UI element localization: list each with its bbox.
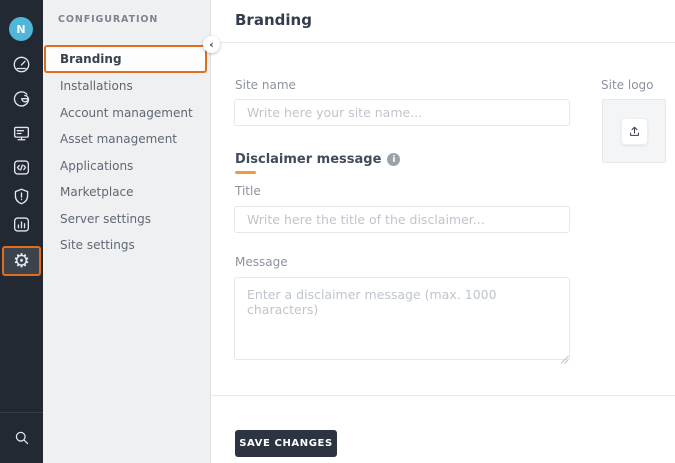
sidebar-item-site-settings[interactable]: Site settings <box>43 232 211 259</box>
upload-icon <box>629 126 639 136</box>
sidebar-collapse-button[interactable]: ‹ <box>203 36 220 53</box>
info-icon[interactable]: i <box>387 153 401 166</box>
disclaimer-message-label: Message <box>235 255 288 269</box>
header-divider <box>211 42 675 43</box>
sidebar-item-label: Marketplace <box>60 185 134 200</box>
disclaimer-heading-text: Disclaimer message <box>235 152 382 167</box>
sidebar-item-label: Account management <box>60 105 193 120</box>
disclaimer-title-label: Title <box>235 184 261 198</box>
sidebar-item-branding[interactable]: Branding <box>44 45 207 73</box>
sidebar-item-label: Installations <box>60 79 133 94</box>
sidebar-item-installations[interactable]: Installations <box>43 73 211 100</box>
sidebar-item-label: Server settings <box>60 211 152 226</box>
settings-gear-icon[interactable]: ⚙ <box>2 246 41 276</box>
site-name-input[interactable] <box>234 99 570 126</box>
disclaimer-section-heading: Disclaimer message i <box>235 152 401 167</box>
search-icon[interactable] <box>0 426 43 450</box>
security-shield-icon[interactable] <box>0 184 43 208</box>
sidebar-item-marketplace[interactable]: Marketplace <box>43 179 211 206</box>
page-title: Branding <box>235 11 312 29</box>
main-content: Branding Site name Site logo Disclaimer … <box>211 0 675 463</box>
sidebar-item-label: Asset management <box>60 132 177 147</box>
app-window: N ⚙ CONFIGURATION Branding Installations… <box>0 0 675 463</box>
avatar[interactable]: N <box>9 17 33 41</box>
site-name-label: Site name <box>235 78 296 92</box>
sidebar-item-server-settings[interactable]: Server settings <box>43 206 211 233</box>
upload-button[interactable] <box>620 117 648 145</box>
site-logo-label: Site logo <box>601 78 654 92</box>
textarea-resize-handle[interactable] <box>560 349 569 364</box>
code-icon[interactable] <box>0 155 43 179</box>
sidebar-section-title: CONFIGURATION <box>58 14 159 25</box>
monitoring-screen-icon[interactable] <box>0 121 43 145</box>
reports-chart-icon[interactable] <box>0 212 43 236</box>
gear-glyph: ⚙ <box>12 249 31 272</box>
site-logo-dropzone[interactable] <box>602 99 666 163</box>
heading-accent-underline <box>235 171 256 174</box>
chevron-left-icon: ‹ <box>209 38 214 51</box>
sidebar-item-applications[interactable]: Applications <box>43 153 211 180</box>
sidebar-item-label: Site settings <box>60 238 135 253</box>
configuration-sidebar: CONFIGURATION Branding Installations Acc… <box>43 0 211 463</box>
sidebar-item-asset-management[interactable]: Asset management <box>43 126 211 153</box>
sidebar-menu: Branding Installations Account managemen… <box>43 45 211 259</box>
dashboard-gauge-icon[interactable] <box>0 52 43 76</box>
footer-divider <box>211 395 675 396</box>
spiral-g-icon[interactable] <box>0 86 43 110</box>
sidebar-item-account-management[interactable]: Account management <box>43 100 211 127</box>
save-changes-button[interactable]: SAVE CHANGES <box>235 430 337 457</box>
sidebar-item-label: Applications <box>60 158 134 173</box>
sidebar-item-label: Branding <box>60 52 122 66</box>
disclaimer-title-input[interactable] <box>234 206 570 233</box>
rail-footer <box>0 412 43 463</box>
disclaimer-message-textarea[interactable] <box>234 277 570 360</box>
icon-rail: N ⚙ <box>0 0 43 463</box>
